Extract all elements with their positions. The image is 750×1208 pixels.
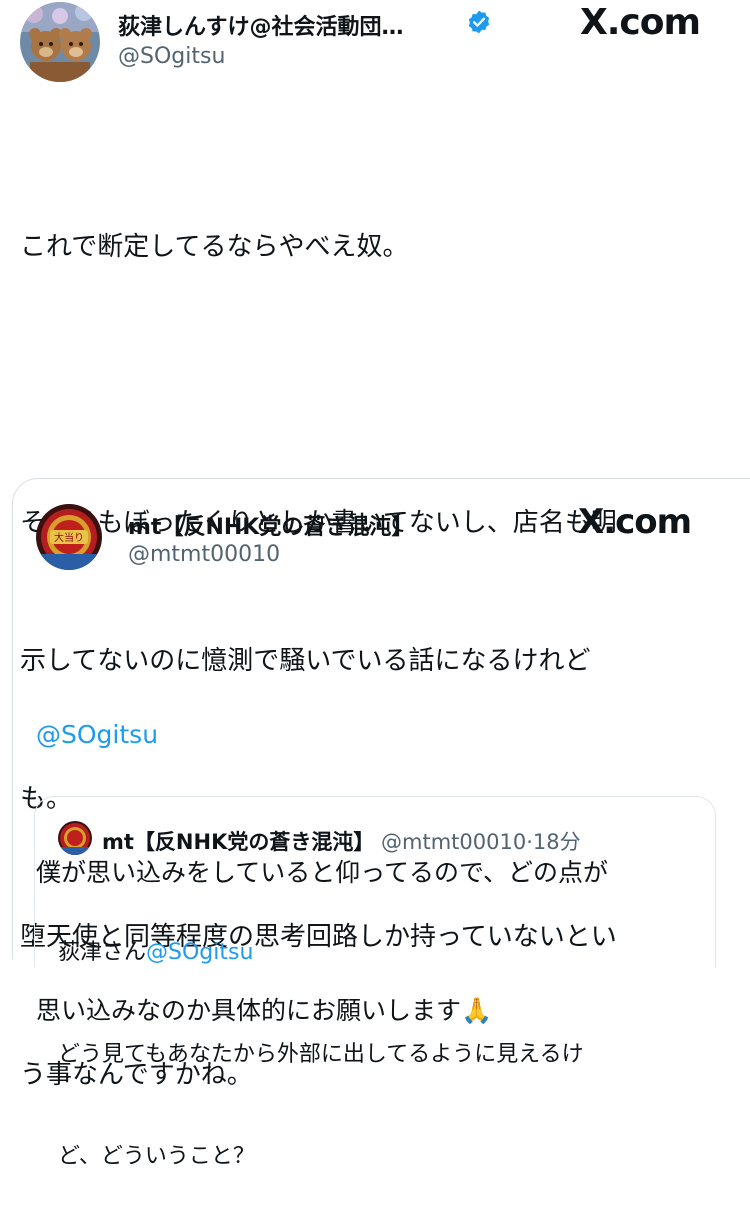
- svg-text:大当り: 大当り: [54, 531, 84, 544]
- post-line: [20, 362, 617, 408]
- quoted-author-display-name[interactable]: mt【反NHK党の蒼き混沌】: [128, 509, 413, 541]
- nested-author-display-name[interactable]: mt【反NHK党の蒼き混沌】: [102, 830, 374, 854]
- nested-mention-link[interactable]: @SOgitsu: [146, 940, 253, 965]
- author-display-name[interactable]: 荻津しんすけ@社会活動団…: [118, 9, 404, 41]
- quoted-author-avatar[interactable]: 大当り: [36, 504, 102, 570]
- author-handle[interactable]: @SOgitsu: [118, 44, 225, 69]
- author-avatar[interactable]: [20, 2, 100, 82]
- post-line: これで断定してるならやべえ奴。: [20, 232, 409, 262]
- time-separator: ·: [526, 830, 533, 854]
- nested-line: ど、どういうこと？: [58, 1144, 255, 1169]
- nested-author-handle[interactable]: @mtmt00010: [381, 830, 526, 854]
- nested-quote-body: 荻津さん@SOgitsu どう見てもあなたから外部に出してるように見えるけ ど、…: [58, 868, 584, 1208]
- verified-badge-icon: [466, 9, 492, 39]
- quoted-author-handle[interactable]: @mtmt00010: [128, 542, 280, 567]
- post-timestamp[interactable]: 18分: [533, 830, 581, 854]
- nested-line1-prefix: 荻津さん: [58, 940, 147, 965]
- nested-line: どう見てもあなたから外部に出してるように見えるけ: [58, 1042, 584, 1067]
- x-brand-logo: X.com: [580, 2, 701, 43]
- nested-author-avatar[interactable]: [58, 821, 92, 855]
- mention-link[interactable]: @SOgitsu: [36, 712, 608, 758]
- x-brand-logo-quoted: X.com: [578, 502, 692, 542]
